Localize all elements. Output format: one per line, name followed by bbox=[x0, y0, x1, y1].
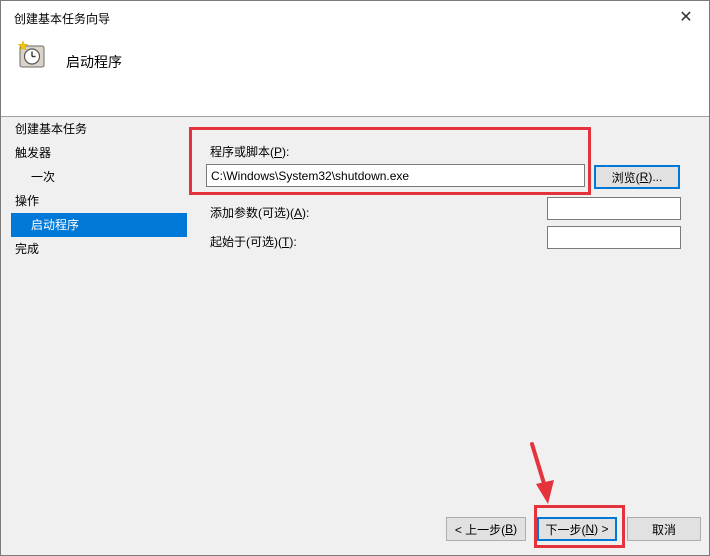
task-wizard-dialog: 创建基本任务向导 ✕ 启动程序 创建基本任务 触发器 一次 操作 启动程序 完成… bbox=[0, 0, 710, 556]
clock-icon bbox=[17, 40, 45, 68]
program-label: 程序或脚本(P): bbox=[210, 145, 290, 159]
close-icon: ✕ bbox=[679, 8, 693, 26]
start-in-label: 起始于(可选)(T): bbox=[210, 235, 297, 249]
nav-item-create-basic-task: 创建基本任务 bbox=[15, 122, 88, 136]
nav-item-start-program: 启动程序 bbox=[11, 213, 187, 237]
wizard-steps-nav: 创建基本任务 触发器 一次 操作 启动程序 完成 bbox=[11, 117, 187, 261]
close-button[interactable]: ✕ bbox=[663, 1, 709, 32]
program-path-input[interactable] bbox=[206, 164, 585, 187]
nav-item-once: 一次 bbox=[31, 170, 56, 184]
back-button[interactable]: < 上一步(B) bbox=[446, 517, 526, 541]
window-title: 创建基本任务向导 bbox=[14, 12, 111, 26]
arguments-input[interactable] bbox=[547, 197, 681, 220]
start-in-input[interactable] bbox=[547, 226, 681, 249]
annotation-arrow-icon bbox=[530, 442, 554, 504]
nav-item-finish: 完成 bbox=[15, 242, 40, 256]
nav-item-action: 操作 bbox=[15, 194, 40, 208]
wizard-header: 启动程序 bbox=[1, 32, 709, 117]
nav-item-trigger: 触发器 bbox=[15, 146, 52, 160]
title-bar: 创建基本任务向导 ✕ bbox=[1, 1, 709, 32]
arguments-label: 添加参数(可选)(A): bbox=[210, 206, 310, 220]
browse-button[interactable]: 浏览(R)... bbox=[594, 165, 680, 189]
page-title: 启动程序 bbox=[66, 54, 122, 70]
next-button[interactable]: 下一步(N) > bbox=[537, 517, 617, 541]
cancel-button[interactable]: 取消 bbox=[627, 517, 701, 541]
